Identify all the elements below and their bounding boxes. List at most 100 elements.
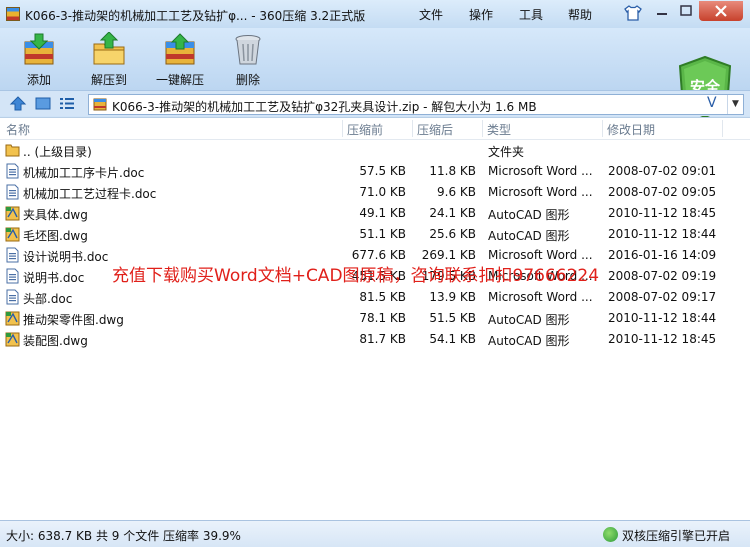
add-label: 添加	[26, 73, 51, 87]
size-after: 269.1 KB	[421, 248, 476, 262]
column-type[interactable]: 类型	[487, 121, 511, 138]
word-doc-icon	[5, 247, 20, 263]
column-divider[interactable]	[342, 120, 343, 137]
file-row[interactable]: 夹具体.dwg 49.1 KB 24.1 KB AutoCAD 图形 2010-11-1…	[0, 203, 750, 224]
size-after: 54.1 KB	[429, 332, 476, 346]
modified-date: 2010-11-12 18:44	[608, 311, 717, 325]
modified-date: 2010-11-12 18:44	[608, 227, 717, 241]
file-name: 装配图.dwg	[23, 334, 88, 348]
file-name: 机械加工工序卡片.doc	[23, 166, 145, 180]
app-icon	[6, 7, 20, 21]
file-type: Microsoft Word ...	[488, 185, 593, 199]
dwg-file-icon	[5, 310, 20, 326]
minimize-button[interactable]	[651, 1, 673, 21]
file-type: Microsoft Word ...	[488, 248, 593, 262]
menu-file[interactable]: 文件	[419, 6, 443, 23]
file-row[interactable]: 头部.doc 81.5 KB 13.9 KB Microsoft Word ... 20…	[0, 287, 750, 308]
status-bar: 大小: 638.7 KB 共 9 个文件 压缩率 39.9% 双核压缩引擎已开启	[0, 520, 750, 547]
size-after: 24.1 KB	[429, 206, 476, 220]
address-bar: K066-3-推动架的机械加工工艺及钻扩φ32孔夹具设计.zip - 解包大小为…	[0, 90, 750, 116]
file-type: AutoCAD 图形	[488, 313, 570, 327]
menu-tools[interactable]: 工具	[519, 6, 543, 23]
title-bar: K066-3-推动架的机械加工工艺及钻扩φ... - 360压缩 3.2正式版 …	[0, 0, 750, 28]
view-list-icon[interactable]	[58, 95, 76, 112]
chevron-down-icon[interactable]: ▼	[727, 95, 743, 114]
file-name: 夹具体.dwg	[23, 208, 88, 222]
file-row[interactable]: 推动架零件图.dwg 78.1 KB 51.5 KB AutoCAD 图形 2010-1…	[0, 308, 750, 329]
view-large-icon[interactable]	[34, 95, 52, 112]
file-row[interactable]: 机械加工工艺过程卡.doc 71.0 KB 9.6 KB Microsoft Word…	[0, 182, 750, 203]
column-after[interactable]: 压缩后	[417, 121, 453, 138]
column-name[interactable]: 名称	[6, 121, 30, 138]
modified-date: 2016-01-16 14:09	[608, 248, 717, 262]
size-before: 81.7 KB	[359, 332, 406, 346]
delete-label: 删除	[235, 73, 260, 87]
column-date[interactable]: 修改日期	[607, 121, 655, 138]
skin-shirt-icon[interactable]	[623, 4, 643, 22]
size-after: 25.6 KB	[429, 227, 476, 241]
extract-to-button[interactable]: 解压到	[80, 30, 138, 88]
word-doc-icon	[5, 184, 20, 200]
column-divider[interactable]	[482, 120, 483, 137]
maximize-button[interactable]	[675, 1, 697, 21]
dwg-file-icon	[5, 331, 20, 347]
size-before: 78.1 KB	[359, 311, 406, 325]
file-name: 头部.doc	[23, 292, 73, 306]
file-name: 设计说明书.doc	[23, 250, 109, 264]
file-name: 推动架零件图.dwg	[23, 313, 124, 327]
modified-date: 2008-07-02 09:05	[608, 185, 717, 199]
file-type: AutoCAD 图形	[488, 229, 570, 243]
engine-status-icon	[603, 527, 618, 542]
zip-file-icon	[93, 98, 107, 111]
watermark-text: 充值下载购买Word文档+CAD图原稿，咨询联系扣扣97666224	[112, 266, 600, 286]
close-button[interactable]	[699, 1, 743, 21]
menu-help[interactable]: 帮助	[568, 6, 592, 23]
parent-dir-row[interactable]: .. (上级目录) 文件夹	[0, 140, 750, 161]
file-type: Microsoft Word ...	[488, 290, 593, 304]
file-type: AutoCAD 图形	[488, 334, 570, 348]
word-doc-icon	[5, 268, 20, 284]
size-before: 71.0 KB	[359, 185, 406, 199]
modified-date: 2008-07-02 09:01	[608, 164, 717, 178]
file-name: 毛坯图.dwg	[23, 229, 88, 243]
extract-to-label: 解压到	[90, 73, 127, 87]
add-archive-icon	[24, 33, 54, 65]
engine-status-text: 双核压缩引擎已开启	[622, 529, 731, 543]
up-arrow-icon[interactable]	[9, 95, 27, 112]
file-list: 名称 压缩前 压缩后 类型 修改日期 .. (上级目录) 文件夹 机械加工工序卡…	[0, 117, 750, 520]
size-after: 51.5 KB	[429, 311, 476, 325]
dwg-file-icon	[5, 226, 20, 242]
extract-to-icon	[93, 32, 125, 65]
dwg-file-icon	[5, 205, 20, 221]
size-before: 677.6 KB	[351, 248, 406, 262]
verify-v-icon[interactable]: V	[707, 95, 717, 111]
size-after: 9.6 KB	[437, 185, 476, 199]
size-before: 81.5 KB	[359, 290, 406, 304]
window-title: K066-3-推动架的机械加工工艺及钻扩φ... - 360压缩 3.2正式版	[25, 9, 366, 23]
modified-date: 2008-07-02 09:17	[608, 290, 717, 304]
one-click-extract-label: 一键解压	[155, 73, 204, 87]
delete-button[interactable]: 删除	[222, 30, 274, 88]
modified-date: 2010-11-12 18:45	[608, 332, 717, 346]
add-button[interactable]: 添加	[10, 30, 68, 88]
column-before[interactable]: 压缩前	[347, 121, 383, 138]
size-after: 13.9 KB	[429, 290, 476, 304]
column-divider[interactable]	[722, 120, 723, 137]
file-row[interactable]: 毛坯图.dwg 51.1 KB 25.6 KB AutoCAD 图形 2010-11-1…	[0, 224, 750, 245]
delete-icon	[235, 35, 261, 65]
archive-path-field[interactable]: K066-3-推动架的机械加工工艺及钻扩φ32孔夹具设计.zip - 解包大小为…	[88, 94, 744, 115]
size-before: 51.1 KB	[359, 227, 406, 241]
one-click-extract-button[interactable]: 一键解压	[150, 30, 210, 88]
modified-date: 2008-07-02 09:19	[608, 269, 717, 283]
column-divider[interactable]	[412, 120, 413, 137]
folder-icon	[5, 144, 20, 157]
file-row[interactable]: 装配图.dwg 81.7 KB 54.1 KB AutoCAD 图形 2010-11-1…	[0, 329, 750, 350]
file-name: 机械加工工艺过程卡.doc	[23, 187, 157, 201]
dual-core-engine-indicator[interactable]: 双核压缩引擎已开启	[603, 526, 743, 544]
file-row[interactable]: 机械加工工序卡片.doc 57.5 KB 11.8 KB Microsoft Word…	[0, 161, 750, 182]
column-divider[interactable]	[602, 120, 603, 137]
size-after: 11.8 KB	[429, 164, 476, 178]
menu-operation[interactable]: 操作	[469, 6, 493, 23]
list-header: 名称 压缩前 压缩后 类型 修改日期	[0, 118, 750, 140]
word-doc-icon	[5, 163, 20, 179]
